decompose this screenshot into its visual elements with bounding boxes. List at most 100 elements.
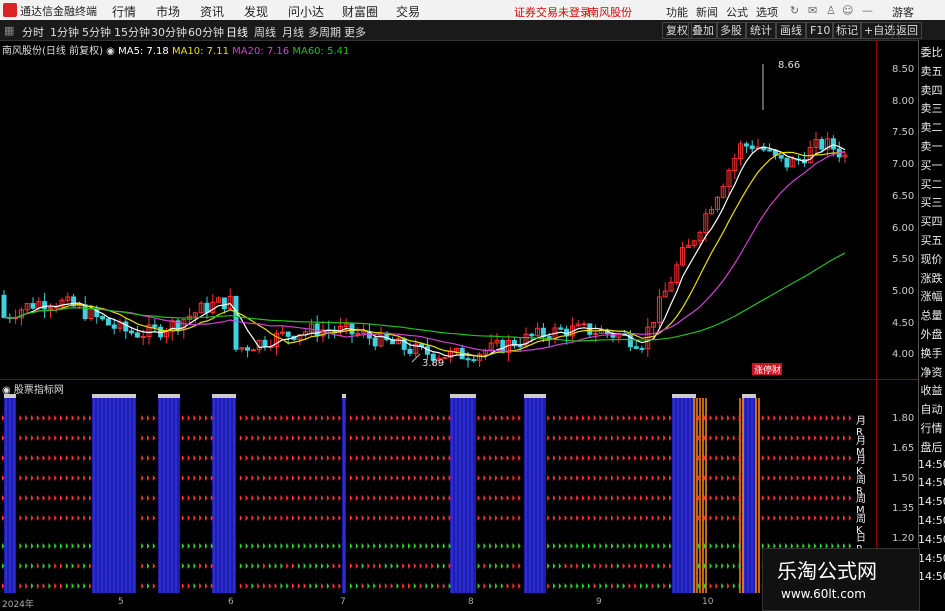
candle[interactable]: [245, 344, 251, 358]
candle[interactable]: [175, 317, 181, 335]
side-panel-item[interactable]: 净资: [918, 364, 945, 380]
period-monthly[interactable]: 月线: [282, 24, 304, 40]
candle[interactable]: [569, 317, 575, 341]
candle[interactable]: [691, 239, 697, 249]
candle[interactable]: [152, 318, 158, 333]
candle[interactable]: [216, 296, 222, 303]
candle[interactable]: [314, 315, 320, 343]
side-panel-item[interactable]: 卖一: [918, 138, 945, 154]
menu-faxian[interactable]: 发现: [244, 3, 268, 20]
candle[interactable]: [105, 318, 111, 326]
candle[interactable]: [668, 276, 674, 292]
candle[interactable]: [506, 335, 512, 362]
menu-gongshi[interactable]: 公式: [726, 4, 748, 20]
candle[interactable]: [239, 347, 245, 353]
candle[interactable]: [477, 352, 483, 368]
multi-stock-button[interactable]: 多股: [716, 22, 746, 39]
period-fenshi[interactable]: 分时: [22, 24, 44, 40]
shirt-icon[interactable]: ♙: [826, 4, 836, 17]
candle[interactable]: [535, 322, 541, 339]
candle[interactable]: [720, 183, 726, 199]
menu-shichang[interactable]: 市场: [156, 3, 180, 20]
period-weekly[interactable]: 周线: [254, 24, 276, 40]
menu-zixun[interactable]: 资讯: [200, 3, 224, 20]
candle[interactable]: [558, 324, 564, 331]
candle[interactable]: [65, 292, 71, 303]
candle[interactable]: [262, 335, 268, 351]
refresh-icon[interactable]: ↻: [790, 4, 799, 17]
menu-gongneng[interactable]: 功能: [666, 4, 688, 20]
side-panel-item[interactable]: 卖二: [918, 119, 945, 135]
candle[interactable]: [13, 309, 19, 324]
candle[interactable]: [732, 153, 738, 179]
side-panel-item[interactable]: 买一: [918, 157, 945, 173]
candle[interactable]: [680, 241, 686, 267]
candle[interactable]: [714, 195, 720, 213]
period-multi[interactable]: 多周期: [308, 24, 341, 40]
candle[interactable]: [836, 141, 842, 163]
side-panel-item[interactable]: 买三: [918, 194, 945, 210]
menu-xuanxiang[interactable]: 选项: [756, 4, 778, 20]
side-panel-item[interactable]: 总量: [918, 307, 945, 323]
candle[interactable]: [784, 157, 790, 172]
period-30min[interactable]: 30分钟: [151, 24, 187, 40]
menu-xinwen[interactable]: 新闻: [696, 4, 718, 20]
candle[interactable]: [801, 152, 807, 167]
overlay-button[interactable]: 叠加: [688, 22, 718, 39]
candle[interactable]: [343, 318, 349, 335]
candle[interactable]: [448, 346, 454, 363]
mail-icon[interactable]: ✉: [808, 4, 817, 17]
side-panel-item[interactable]: 14:50: [918, 458, 945, 471]
candle[interactable]: [59, 297, 65, 309]
back-button[interactable]: 返回: [892, 22, 922, 39]
side-panel-item[interactable]: 外盘: [918, 326, 945, 342]
minimize-icon[interactable]: —: [862, 4, 873, 17]
side-panel-item[interactable]: 委比: [918, 44, 945, 60]
menu-hangqing[interactable]: 行情: [112, 3, 136, 20]
candle[interactable]: [198, 300, 204, 314]
candle[interactable]: [639, 345, 645, 353]
candle[interactable]: [685, 238, 691, 248]
candle[interactable]: [749, 140, 755, 153]
mark-button[interactable]: 标记: [832, 22, 862, 39]
f10-button[interactable]: F10: [806, 22, 835, 39]
side-panel-item[interactable]: 14:50: [918, 570, 945, 583]
guest-label[interactable]: 游客: [892, 4, 914, 20]
candle[interactable]: [100, 315, 106, 321]
side-panel-item[interactable]: 14:50: [918, 495, 945, 508]
candle[interactable]: [511, 337, 517, 349]
period-15min[interactable]: 15分钟: [114, 24, 150, 40]
side-panel-item[interactable]: 买四: [918, 213, 945, 229]
side-panel-item[interactable]: 14:50: [918, 533, 945, 546]
menu-caifuquan[interactable]: 财富圈: [342, 3, 378, 20]
period-more[interactable]: 更多: [344, 24, 366, 40]
candle[interactable]: [633, 340, 639, 350]
side-panel-item[interactable]: 14:50: [918, 552, 945, 565]
candle[interactable]: [30, 297, 36, 310]
period-daily[interactable]: 日线: [226, 24, 248, 40]
candle[interactable]: [778, 154, 784, 162]
candle[interactable]: [494, 332, 500, 347]
candle[interactable]: [593, 324, 599, 343]
side-panel-item[interactable]: 涨幅: [918, 288, 945, 304]
stats-button[interactable]: 统计: [746, 22, 776, 39]
indicator-chart[interactable]: [0, 380, 876, 597]
side-panel-item[interactable]: 14:50: [918, 476, 945, 489]
side-panel-item[interactable]: 自动: [918, 401, 945, 417]
candle[interactable]: [674, 261, 680, 286]
side-panel-item[interactable]: 卖三: [918, 100, 945, 116]
side-panel-item[interactable]: 买五: [918, 232, 945, 248]
draw-line-button[interactable]: 画线: [776, 22, 806, 39]
login-status[interactable]: 证券交易未登录: [514, 4, 591, 20]
candle[interactable]: [738, 140, 744, 166]
candle[interactable]: [1, 290, 7, 319]
candle[interactable]: [227, 288, 233, 311]
candle[interactable]: [250, 348, 256, 352]
candle[interactable]: [709, 206, 715, 215]
candle[interactable]: [656, 288, 662, 330]
candle[interactable]: [146, 316, 152, 345]
candle[interactable]: [204, 296, 210, 319]
candle[interactable]: [581, 320, 587, 327]
period-5min[interactable]: 5分钟: [82, 24, 111, 40]
period-60min[interactable]: 60分钟: [188, 24, 224, 40]
